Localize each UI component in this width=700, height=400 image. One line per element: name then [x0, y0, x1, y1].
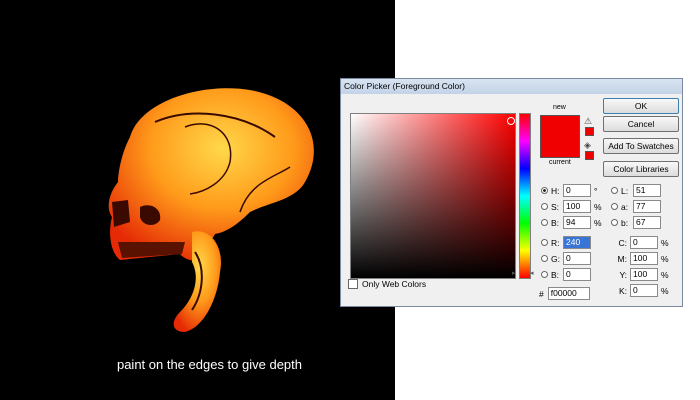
lab-b-radio[interactable] — [611, 219, 618, 226]
lab-b-label: b: — [621, 217, 629, 228]
new-color-swatch — [540, 115, 580, 137]
cyan-unit: % — [661, 237, 669, 248]
color-libraries-button[interactable]: Color Libraries — [603, 161, 679, 177]
cyan-label: C: — [618, 237, 628, 248]
lab-a-row: a: 77 — [611, 200, 664, 213]
out-of-gamut-warning-icon[interactable]: ⚠ — [584, 116, 592, 127]
saturation-radio[interactable] — [541, 203, 548, 210]
hex-row: # f00000 — [539, 287, 590, 300]
green-label: G: — [551, 253, 560, 264]
blue-label: B: — [551, 269, 560, 280]
black-row: K: 0 % — [611, 284, 669, 297]
hue-slider-right-arrow-icon[interactable]: ◂ — [530, 269, 534, 277]
yellow-row: Y: 100 % — [611, 268, 669, 281]
skull-illustration — [108, 88, 314, 332]
yellow-input[interactable]: 100 — [630, 268, 658, 281]
lab-b-row: b: 67 — [611, 216, 664, 229]
current-color-label: current — [549, 159, 571, 166]
red-radio[interactable] — [541, 239, 548, 246]
blue-row: B: 0 — [541, 268, 594, 281]
lab-a-input[interactable]: 77 — [633, 200, 661, 213]
caption-text: paint on the edges to give depth — [116, 357, 303, 372]
magenta-unit: % — [661, 253, 669, 264]
brightness-radio[interactable] — [541, 219, 548, 226]
green-radio[interactable] — [541, 255, 548, 262]
hue-unit: ° — [594, 185, 598, 196]
cancel-button[interactable]: Cancel — [603, 116, 679, 132]
lab-l-label: L: — [621, 185, 629, 196]
saturation-input[interactable]: 100 — [563, 200, 591, 213]
black-unit: % — [661, 285, 669, 296]
saturation-label: S: — [551, 201, 560, 212]
web-safe-warning-icon[interactable]: ◈ — [584, 140, 591, 151]
lab-l-row: L: 51 — [611, 184, 664, 197]
hue-label: H: — [551, 185, 560, 196]
color-picker-dialog: Color Picker (Foreground Color) ▸ ◂ Only… — [340, 78, 683, 307]
lab-b-input[interactable]: 67 — [633, 216, 661, 229]
blue-radio[interactable] — [541, 271, 548, 278]
web-safe-swatch[interactable] — [585, 151, 594, 160]
magenta-row: M: 100 % — [611, 252, 669, 265]
brightness-row: B: 94 % — [541, 216, 602, 229]
yellow-label: Y: — [619, 269, 627, 280]
green-input[interactable]: 0 — [563, 252, 591, 265]
hex-label: # — [539, 288, 544, 299]
only-web-colors-option[interactable]: Only Web Colors — [348, 279, 426, 289]
artwork-canvas: paint on the edges to give depth — [0, 0, 395, 400]
color-field-marker[interactable] — [507, 117, 515, 125]
magenta-label: M: — [617, 253, 627, 264]
dialog-title: Color Picker (Foreground Color) — [341, 79, 682, 94]
red-row: R: 240 — [541, 236, 594, 249]
hue-radio[interactable] — [541, 187, 548, 194]
black-input[interactable]: 0 — [630, 284, 658, 297]
lab-l-input[interactable]: 51 — [633, 184, 661, 197]
only-web-colors-checkbox[interactable] — [348, 279, 358, 289]
red-input[interactable]: 240 — [563, 236, 591, 249]
blue-input[interactable]: 0 — [563, 268, 591, 281]
cyan-row: C: 0 % — [611, 236, 669, 249]
black-label: K: — [618, 285, 627, 296]
red-label: R: — [551, 237, 560, 248]
gamut-correction-swatch[interactable] — [585, 127, 594, 136]
lab-l-radio[interactable] — [611, 187, 618, 194]
color-field[interactable] — [350, 113, 516, 279]
saturation-row: S: 100 % — [541, 200, 602, 213]
add-to-swatches-button[interactable]: Add To Swatches — [603, 138, 679, 154]
hex-input[interactable]: f00000 — [547, 287, 590, 300]
lab-a-radio[interactable] — [611, 203, 618, 210]
cyan-input[interactable]: 0 — [630, 236, 658, 249]
current-color-swatch[interactable] — [540, 136, 580, 158]
hue-input[interactable]: 0 — [563, 184, 591, 197]
brightness-input[interactable]: 94 — [563, 216, 591, 229]
only-web-colors-label: Only Web Colors — [362, 279, 427, 289]
lab-a-label: a: — [621, 201, 629, 212]
green-row: G: 0 — [541, 252, 594, 265]
yellow-unit: % — [661, 269, 669, 280]
hue-row: H: 0 ° — [541, 184, 602, 197]
saturation-unit: % — [594, 201, 602, 212]
hue-slider-left-arrow-icon[interactable]: ▸ — [512, 269, 516, 277]
magenta-input[interactable]: 100 — [630, 252, 658, 265]
ok-button[interactable]: OK — [603, 98, 679, 114]
brightness-label: B: — [551, 217, 560, 228]
hue-slider[interactable] — [519, 113, 531, 279]
brightness-unit: % — [594, 217, 602, 228]
new-color-label: new — [553, 104, 566, 111]
